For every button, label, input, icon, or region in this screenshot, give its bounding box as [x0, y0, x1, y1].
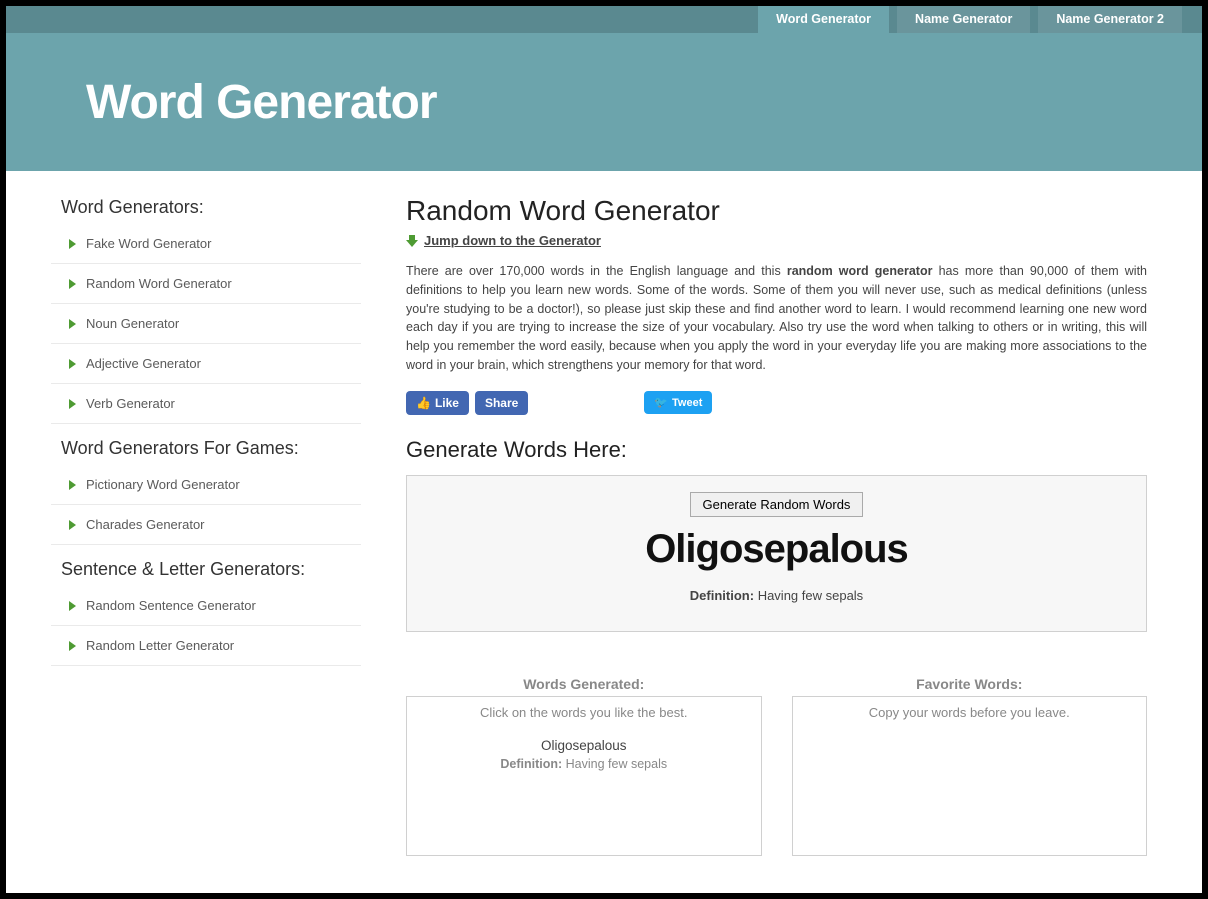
generated-word: Oligosepalous [417, 527, 1136, 572]
column-help-text: Copy your words before you leave. [801, 705, 1139, 720]
twitter-tweet-button[interactable]: 🐦Tweet [644, 391, 712, 414]
main-content: Random Word Generator Jump down to the G… [391, 183, 1202, 856]
tab-name-generator[interactable]: Name Generator [897, 6, 1030, 33]
word-item-definition: Definition: Having few sepals [415, 757, 753, 771]
arrow-right-icon [69, 319, 76, 329]
sidebar-section-title: Word Generators: [61, 197, 361, 218]
tab-word-generator[interactable]: Word Generator [758, 6, 889, 33]
sidebar-section-title: Word Generators For Games: [61, 438, 361, 459]
generate-button[interactable]: Generate Random Words [690, 492, 864, 517]
arrow-right-icon [69, 399, 76, 409]
sidebar: Word Generators: Fake Word Generator Ran… [6, 183, 361, 856]
page-title: Random Word Generator [406, 195, 1147, 227]
column-title: Words Generated: [406, 676, 762, 692]
arrow-right-icon [69, 520, 76, 530]
generated-definition: Definition: Having few sepals [417, 588, 1136, 603]
favorite-words-box: Copy your words before you leave. [792, 696, 1148, 856]
tab-name-generator-2[interactable]: Name Generator 2 [1038, 6, 1182, 33]
arrow-right-icon [69, 601, 76, 611]
sidebar-item-fake-word[interactable]: Fake Word Generator [51, 224, 361, 264]
facebook-share-button[interactable]: Share [475, 391, 528, 415]
twitter-icon: 🐦 [654, 396, 668, 409]
sidebar-item-random-word[interactable]: Random Word Generator [51, 264, 361, 304]
arrow-down-icon [406, 235, 418, 247]
thumbs-up-icon: 👍 [416, 396, 431, 410]
sidebar-section-title: Sentence & Letter Generators: [61, 559, 361, 580]
facebook-like-button[interactable]: 👍Like [406, 391, 469, 415]
sidebar-item-noun[interactable]: Noun Generator [51, 304, 361, 344]
column-help-text: Click on the words you like the best. [415, 705, 753, 720]
description-text: There are over 170,000 words in the Engl… [406, 262, 1147, 375]
word-item[interactable]: Oligosepalous [415, 738, 753, 753]
arrow-right-icon [69, 239, 76, 249]
social-row: 👍Like Share 🐦Tweet [406, 391, 1147, 415]
words-generated-box: Click on the words you like the best. Ol… [406, 696, 762, 856]
words-generated-column: Words Generated: Click on the words you … [406, 676, 762, 856]
arrow-right-icon [69, 641, 76, 651]
hero-banner: Word Generator [6, 33, 1202, 171]
sidebar-item-charades[interactable]: Charades Generator [51, 505, 361, 545]
generate-heading: Generate Words Here: [406, 437, 1147, 463]
column-title: Favorite Words: [792, 676, 1148, 692]
arrow-right-icon [69, 480, 76, 490]
sidebar-item-sentence[interactable]: Random Sentence Generator [51, 586, 361, 626]
arrow-right-icon [69, 279, 76, 289]
sidebar-item-pictionary[interactable]: Pictionary Word Generator [51, 465, 361, 505]
site-title: Word Generator [86, 75, 437, 130]
sidebar-item-verb[interactable]: Verb Generator [51, 384, 361, 424]
top-nav: Word Generator Name Generator Name Gener… [6, 6, 1202, 33]
arrow-right-icon [69, 359, 76, 369]
generator-box: Generate Random Words Oligosepalous Defi… [406, 475, 1147, 632]
favorite-words-column: Favorite Words: Copy your words before y… [792, 676, 1148, 856]
sidebar-item-adjective[interactable]: Adjective Generator [51, 344, 361, 384]
jump-link[interactable]: Jump down to the Generator [424, 233, 601, 248]
sidebar-item-letter[interactable]: Random Letter Generator [51, 626, 361, 666]
